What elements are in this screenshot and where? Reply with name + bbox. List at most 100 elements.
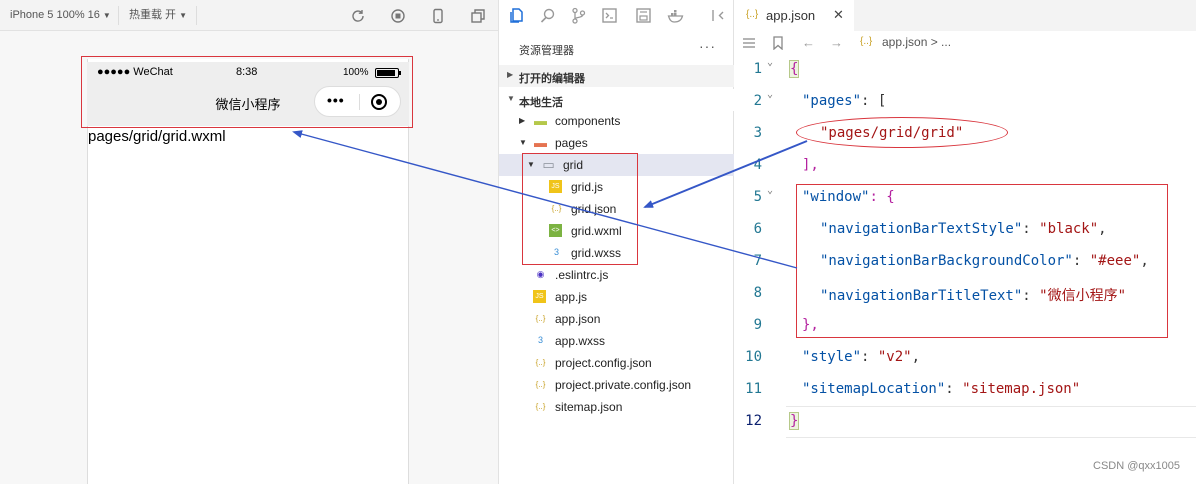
phone-icon[interactable] xyxy=(430,8,446,24)
fold-chevron-icon[interactable]: ⌄ xyxy=(767,185,773,196)
code-text: } xyxy=(788,412,800,430)
tab-label: app.json xyxy=(766,8,816,23)
line-number: 4 xyxy=(753,157,762,173)
folder-pages-icon: ▬ xyxy=(534,135,547,150)
annotation-ellipse-pages xyxy=(796,117,1008,148)
folder-components-icon: ▬ xyxy=(534,113,547,128)
breadcrumb-rest: > ... xyxy=(930,35,952,49)
line-number: 6 xyxy=(753,221,762,237)
json-file-icon: {..} xyxy=(535,380,546,389)
json-file-icon: {..} xyxy=(535,314,546,323)
line-number: 2 xyxy=(753,93,762,109)
fold-chevron-icon[interactable]: ⌄ xyxy=(767,89,773,100)
annotation-box-navbar xyxy=(81,56,413,128)
file-tree-item[interactable]: 3 app.wxss xyxy=(499,330,735,352)
divider xyxy=(118,6,119,25)
code-line-2[interactable]: 2 ⌄ "pages": [ xyxy=(734,86,1196,118)
breadcrumb: ← → {..} app.json > ... xyxy=(734,31,1196,55)
open-editors-section[interactable]: ▶ 打开的编辑器 xyxy=(499,65,735,87)
project-section[interactable]: ▼ 本地生活 xyxy=(499,89,735,111)
code-text: { xyxy=(788,60,800,78)
divider xyxy=(196,6,197,25)
watermark: CSDN @qxx1005 xyxy=(1093,460,1180,472)
line-number: 7 xyxy=(753,253,762,269)
code-line-10[interactable]: 10 "style": "v2", xyxy=(734,342,1196,374)
file-tree-item[interactable]: ▼ ▬ pages xyxy=(499,132,735,154)
js-file-icon: JS xyxy=(533,290,546,303)
forward-arrow-icon[interactable]: → xyxy=(830,35,843,50)
chevron-down-icon: ▼ xyxy=(507,94,515,103)
line-number: 8 xyxy=(753,285,762,301)
code-punct: : [ xyxy=(861,93,887,109)
code-line-12[interactable]: 12 } xyxy=(734,406,1196,438)
hot-reload-label: 热重载 开 xyxy=(129,9,177,21)
json-file-icon: {..} xyxy=(860,36,873,47)
tab-app-json[interactable]: {..} app.json ✕ xyxy=(734,0,854,31)
line-number: 12 xyxy=(745,413,762,429)
line-number: 11 xyxy=(745,381,762,397)
more-actions-icon[interactable]: ··· xyxy=(699,38,716,54)
chevron-right-icon[interactable]: ▶ xyxy=(519,116,525,125)
file-tree-label: project.private.config.json xyxy=(555,378,692,392)
storage-icon[interactable] xyxy=(635,7,652,24)
list-icon[interactable] xyxy=(742,36,756,50)
code-key: "pages" xyxy=(802,93,862,109)
code-key: "sitemapLocation" xyxy=(802,381,946,397)
code-string: "sitemap.json" xyxy=(962,381,1081,397)
file-tree-label: app.json xyxy=(555,312,601,326)
bookmark-icon[interactable] xyxy=(772,36,784,50)
code-punct: , xyxy=(911,349,921,365)
simulator-toolbar: iPhone 5 100% 16 ▼ 热重载 开 ▼ xyxy=(0,0,498,31)
activity-bar xyxy=(499,0,735,31)
file-tree-item[interactable]: {..} app.json xyxy=(499,308,735,330)
code-line-1[interactable]: 1 ⌄ { xyxy=(734,54,1196,86)
code-string: "v2" xyxy=(877,349,912,365)
source-control-icon[interactable] xyxy=(570,7,587,24)
page-content-text: pages/grid/grid.wxml xyxy=(88,128,226,145)
debug-icon[interactable] xyxy=(601,7,618,24)
code-punct: : xyxy=(945,381,963,397)
file-tree-label: components xyxy=(555,114,621,128)
fold-chevron-icon[interactable]: ⌄ xyxy=(767,57,773,68)
chevron-right-icon: ▶ xyxy=(507,70,514,79)
hot-reload-select[interactable]: 热重载 开 ▼ xyxy=(129,0,187,31)
file-tree-item[interactable]: {..} project.private.config.json xyxy=(499,374,735,396)
code-punct: ], xyxy=(802,157,819,173)
file-tree-item[interactable]: ◉ .eslintrc.js xyxy=(499,264,735,286)
stop-icon[interactable] xyxy=(390,8,406,24)
file-tree-label: sitemap.json xyxy=(555,400,623,414)
file-tree-item[interactable]: {..} project.config.json xyxy=(499,352,735,374)
chevron-down-icon: ▼ xyxy=(179,11,187,20)
json-file-icon: {..} xyxy=(535,402,546,411)
chevron-down-icon: ▼ xyxy=(102,11,111,20)
back-arrow-icon[interactable]: ← xyxy=(802,35,815,50)
file-tree-item[interactable]: {..} sitemap.json xyxy=(499,396,735,418)
line-number: 9 xyxy=(753,317,762,333)
file-tree-label: project.config.json xyxy=(555,356,652,370)
chevron-down-icon[interactable]: ▼ xyxy=(519,138,527,147)
code-key: "style" xyxy=(802,349,862,365)
file-tree-item[interactable]: ▶ ▬ components xyxy=(499,110,735,132)
docker-icon[interactable] xyxy=(667,7,684,24)
code-line-11[interactable]: 11 "sitemapLocation": "sitemap.json" xyxy=(734,374,1196,406)
files-icon[interactable] xyxy=(508,7,525,24)
breadcrumb-file-name[interactable]: app.json xyxy=(882,35,927,49)
refresh-icon[interactable] xyxy=(350,8,366,24)
line-number: 10 xyxy=(745,349,762,365)
device-select-label: iPhone 5 100% 16 xyxy=(10,9,100,21)
file-tree-label: .eslintrc.js xyxy=(555,268,609,282)
annotation-box-window-config xyxy=(796,184,1168,338)
detach-window-icon[interactable] xyxy=(470,8,486,24)
json-file-icon: {..} xyxy=(535,358,546,367)
search-icon[interactable] xyxy=(539,7,556,24)
section-label: 本地生活 xyxy=(519,97,563,109)
code-punct: : xyxy=(861,349,878,365)
file-tree-item[interactable]: JS app.js xyxy=(499,286,735,308)
code-line-4[interactable]: 4 ], xyxy=(734,150,1196,182)
close-icon[interactable]: ✕ xyxy=(833,7,844,23)
panel-toggle-icon[interactable] xyxy=(710,7,727,24)
section-label: 打开的编辑器 xyxy=(519,73,585,85)
annotation-box-grid-folder xyxy=(522,153,638,265)
device-select[interactable]: iPhone 5 100% 16 ▼ xyxy=(10,0,111,31)
file-tree-label: app.js xyxy=(555,290,588,304)
